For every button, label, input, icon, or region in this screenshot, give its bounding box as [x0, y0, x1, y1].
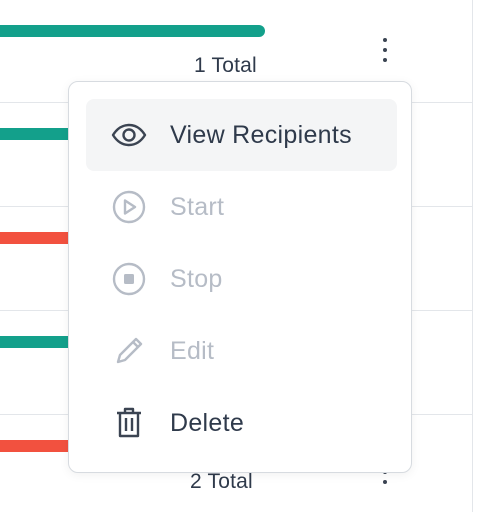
menu-item-label: Delete [170, 408, 245, 437]
row-actions-dropdown: View Recipients Start Stop Edit Delete [68, 81, 412, 473]
column-divider [472, 0, 473, 512]
menu-item-delete[interactable]: Delete [86, 387, 397, 459]
stop-circle-icon [111, 261, 147, 297]
total-count: 1 Total [194, 54, 257, 77]
delivery-progress-bar [0, 25, 265, 37]
row-actions-menu-button[interactable] [375, 38, 395, 62]
menu-item-edit[interactable]: Edit [86, 315, 397, 387]
trash-icon [111, 405, 147, 441]
menu-item-label: View Recipients [170, 120, 352, 149]
kebab-dot-icon [383, 58, 387, 62]
total-count: 2 Total [190, 470, 253, 493]
menu-item-label: Stop [170, 264, 223, 293]
kebab-dot-icon [383, 38, 387, 42]
menu-item-view-recipients[interactable]: View Recipients [86, 99, 397, 171]
eye-icon [111, 117, 147, 153]
menu-item-stop[interactable]: Stop [86, 243, 397, 315]
menu-item-label: Edit [170, 336, 215, 365]
menu-item-start[interactable]: Start [86, 171, 397, 243]
kebab-dot-icon [383, 480, 387, 484]
play-circle-icon [111, 189, 147, 225]
kebab-dot-icon [383, 48, 387, 52]
pencil-icon [111, 333, 147, 369]
menu-item-label: Start [170, 192, 225, 221]
